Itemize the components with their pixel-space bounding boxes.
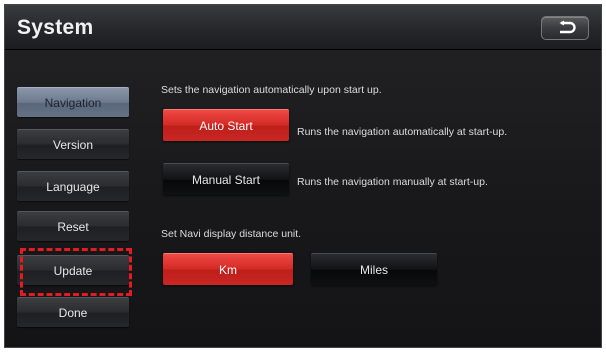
km-button[interactable]: Km (163, 253, 293, 285)
system-screen: System Navigation Version Language Reset… (4, 4, 602, 348)
miles-button[interactable]: Miles (311, 253, 437, 285)
update-highlight-box (20, 248, 132, 296)
back-button[interactable] (541, 16, 589, 40)
manual-start-description: Runs the navigation manually at start-up… (297, 176, 488, 188)
distance-unit-description: Set Navi display distance unit. (161, 228, 302, 240)
manual-start-button[interactable]: Manual Start (163, 163, 289, 195)
header-bar: System (5, 5, 601, 50)
back-arrow-icon (559, 20, 576, 34)
sidebar-item-done[interactable]: Done (17, 297, 129, 327)
sidebar-item-language[interactable]: Language (17, 171, 129, 201)
sidebar-item-reset[interactable]: Reset (17, 211, 129, 241)
page-title: System (17, 16, 94, 39)
auto-start-button[interactable]: Auto Start (163, 109, 289, 141)
sidebar-item-version[interactable]: Version (17, 129, 129, 159)
auto-start-description: Runs the navigation automatically at sta… (297, 126, 508, 138)
sidebar-item-navigation[interactable]: Navigation (17, 87, 129, 117)
autostart-description: Sets the navigation automatically upon s… (161, 84, 382, 96)
